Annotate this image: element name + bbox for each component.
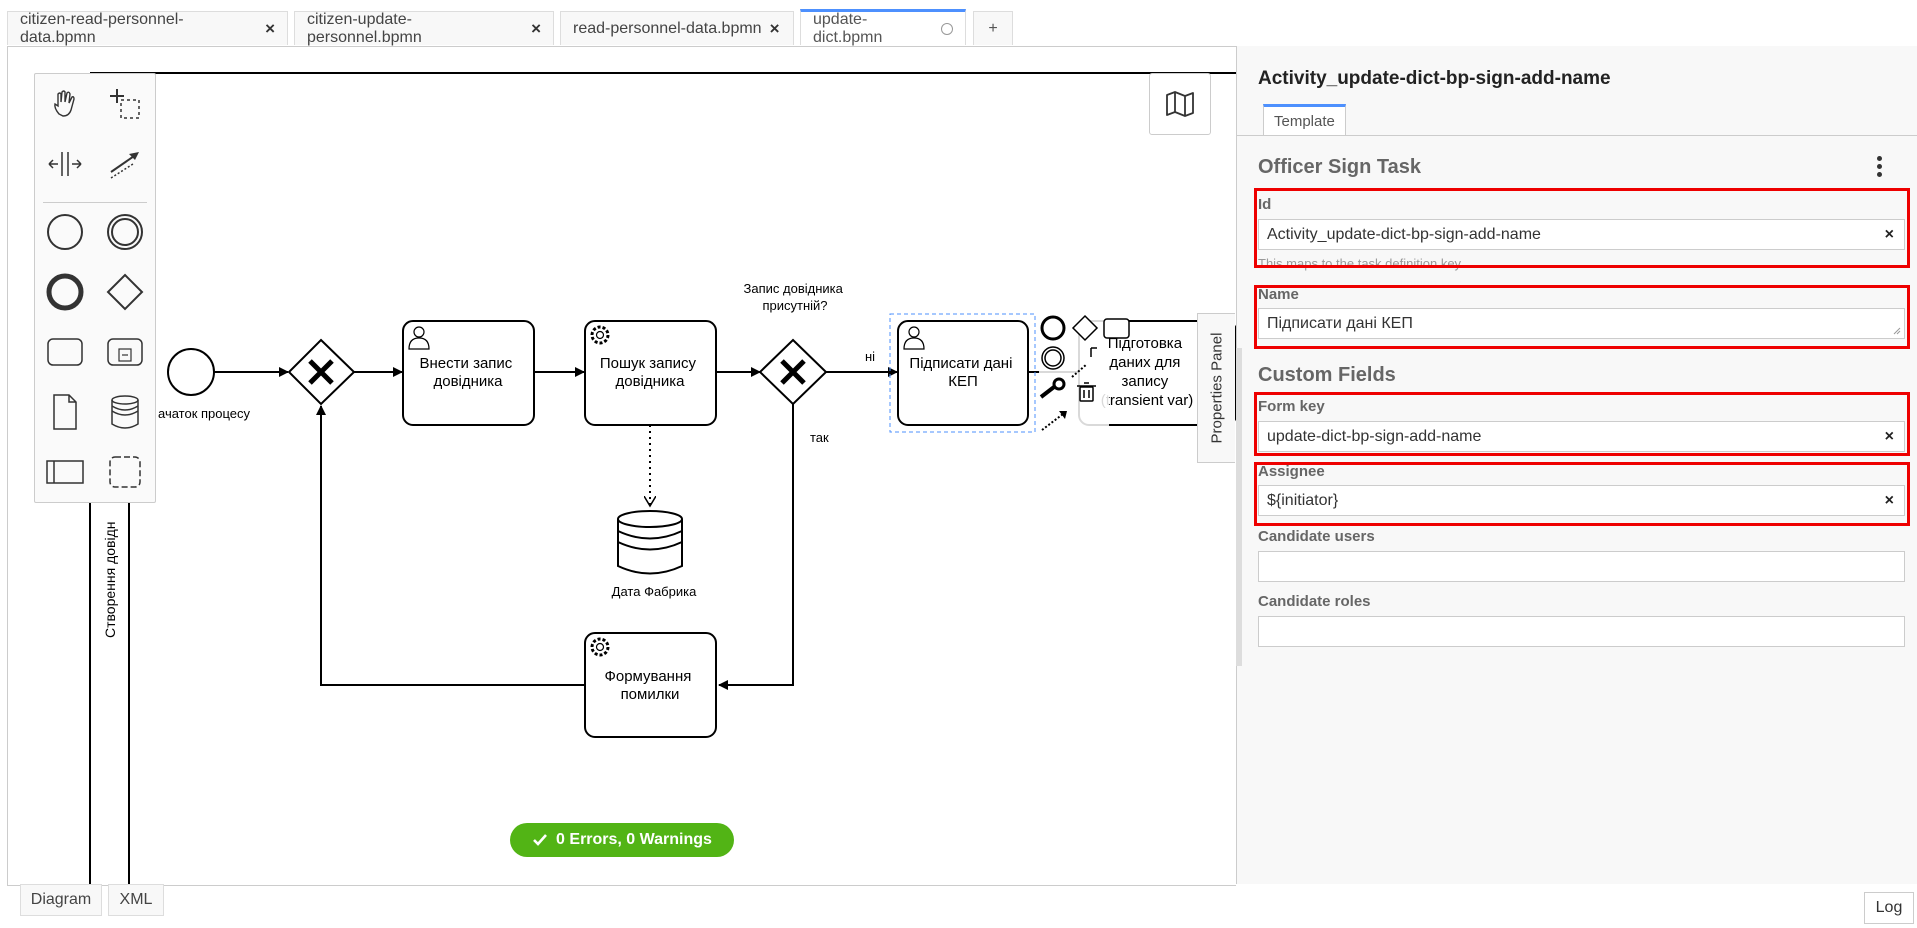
tab-xml[interactable]: XML	[108, 884, 164, 916]
candidate-users-label: Candidate users	[1258, 528, 1375, 545]
properties-panel-toggle-label: Properties Panel	[1208, 332, 1225, 444]
palette-separator	[43, 202, 147, 203]
tab-citizen-update-personnel[interactable]: citizen-update-personnel.bpmn ×	[294, 10, 554, 46]
task-label-line: (transient var)	[1101, 392, 1194, 409]
task-label-line: Формування	[604, 668, 691, 685]
more-options-icon[interactable]	[1877, 156, 1883, 180]
log-button[interactable]: Log	[1864, 892, 1914, 924]
task-label-line: Пошук запису	[600, 355, 697, 372]
tab-diagram[interactable]: Diagram	[20, 884, 102, 916]
lint-status-badge[interactable]: 0 Errors, 0 Warnings	[510, 823, 734, 857]
pool-tool-icon[interactable]	[43, 450, 87, 494]
file-tab-bar: citizen-read-personnel-data.bpmn × citiz…	[0, 0, 1917, 46]
unsaved-dot-icon[interactable]	[941, 22, 953, 35]
pool[interactable]: Створення довідн	[89, 72, 1236, 885]
task-label-line: даних для	[1109, 354, 1180, 371]
bpmn-diagram: Створення довідн ачаток процесу Внести з…	[89, 72, 1236, 885]
data-store[interactable]: Дата Фабрика	[612, 510, 697, 599]
diagram-canvas[interactable]: Створення довідн ачаток процесу Внести з…	[7, 46, 1236, 886]
start-event[interactable]: ачаток процесу	[158, 348, 251, 421]
append-end-event-icon[interactable]	[1040, 315, 1066, 341]
task-label-line: Внести запис	[420, 355, 513, 372]
properties-panel-toggle[interactable]: Properties Panel	[1197, 313, 1235, 463]
service-task-form-error[interactable]: Формування помилки	[584, 632, 717, 738]
space-tool-icon[interactable]	[43, 142, 87, 186]
task-label-line: довідника	[615, 373, 685, 390]
hand-tool-icon[interactable]	[43, 82, 87, 126]
highlight-box-form-key	[1254, 392, 1910, 456]
subprocess-tool-icon[interactable]	[103, 330, 147, 374]
exclusive-gateway-merge[interactable]	[287, 338, 356, 406]
highlight-box-name	[1254, 285, 1910, 349]
panel-tab-divider	[1237, 135, 1917, 136]
end-event-tool-icon[interactable]	[43, 270, 87, 314]
service-task-search-record[interactable]: Пошук запису довідника	[584, 320, 717, 426]
lasso-tool-icon[interactable]	[103, 82, 147, 126]
group-tool-icon[interactable]	[103, 450, 147, 494]
tab-label: citizen-read-personnel-data.bpmn	[20, 10, 184, 46]
gateway-tool-icon[interactable]	[103, 270, 147, 314]
start-event-tool-icon[interactable]	[43, 210, 87, 254]
data-store-label: Дата Фабрика	[612, 584, 697, 599]
svg-text:Внести запис довідника: Внести запис довідника	[420, 355, 517, 390]
panel-element-title: Activity_update-dict-bp-sign-add-name	[1258, 68, 1611, 89]
lint-status-text: 0 Errors, 0 Warnings	[556, 831, 712, 848]
exclusive-gateway-record-exists[interactable]: Запис довідника присутній? ні так	[744, 281, 876, 445]
candidate-roles-field[interactable]	[1258, 616, 1905, 647]
task-label-line: Підписати дані	[909, 355, 1012, 372]
task-tool-icon[interactable]	[43, 330, 87, 374]
properties-panel: Activity_update-dict-bp-sign-add-name Te…	[1236, 46, 1917, 884]
flow-label-no: ні	[865, 349, 875, 364]
tab-label: read-personnel-data.bpmn	[573, 19, 762, 37]
gateway-label-line: Запис довідника	[744, 281, 844, 296]
candidate-users-field[interactable]	[1258, 551, 1905, 582]
candidate-roles-label: Candidate roles	[1258, 593, 1371, 610]
tab-update-dict[interactable]: update-dict.bpmn	[800, 9, 966, 46]
intermediate-event-tool-icon[interactable]	[103, 210, 147, 254]
map-icon	[1166, 91, 1194, 117]
task-label-line: КЕП	[948, 373, 978, 390]
append-intermediate-event-icon[interactable]	[1041, 346, 1065, 370]
minimap-toggle-button[interactable]	[1149, 73, 1211, 135]
data-object-tool-icon[interactable]	[43, 390, 87, 434]
data-store-tool-icon[interactable]	[103, 390, 147, 434]
tab-read-personnel-data[interactable]: read-personnel-data.bpmn ×	[560, 11, 794, 45]
group-title-officer-sign-task: Officer Sign Task	[1258, 156, 1422, 178]
close-icon[interactable]: ×	[770, 19, 780, 39]
user-task-sign-data[interactable]: Підписати дані КЕП	[889, 313, 1036, 433]
close-icon[interactable]: ×	[531, 19, 541, 39]
user-task-enter-record[interactable]: Внести запис довідника	[402, 320, 535, 426]
task-label-line: запису	[1122, 373, 1169, 390]
lane-label: Створення довідн	[102, 522, 118, 639]
svg-text:Запис довідника присут: Запис довідника присутній?	[744, 281, 847, 313]
global-connect-tool-icon[interactable]	[103, 142, 147, 186]
tab-label: update-dict.bpmn	[813, 10, 883, 46]
tool-palette	[34, 73, 156, 503]
highlight-box-id	[1254, 188, 1910, 268]
start-event-label: ачаток процесу	[158, 406, 251, 421]
highlight-box-assignee	[1254, 462, 1910, 526]
flow-label-yes: так	[810, 430, 829, 445]
tab-citizen-read-personnel-data[interactable]: citizen-read-personnel-data.bpmn ×	[7, 10, 288, 46]
group-title-custom-fields: Custom Fields	[1258, 364, 1396, 386]
tab-label: citizen-update-personnel.bpmn	[307, 10, 422, 46]
new-tab-button[interactable]: +	[973, 11, 1013, 45]
check-icon	[533, 834, 548, 846]
panel-resize-handle[interactable]	[1236, 348, 1242, 666]
task-label-line: помилки	[621, 686, 680, 703]
gateway-label-line: присутній?	[762, 298, 827, 313]
append-task-icon[interactable]	[1103, 318, 1130, 339]
task-label-line: довідника	[433, 373, 503, 390]
tab-template[interactable]: Template	[1263, 104, 1346, 136]
close-icon[interactable]: ×	[265, 19, 275, 39]
